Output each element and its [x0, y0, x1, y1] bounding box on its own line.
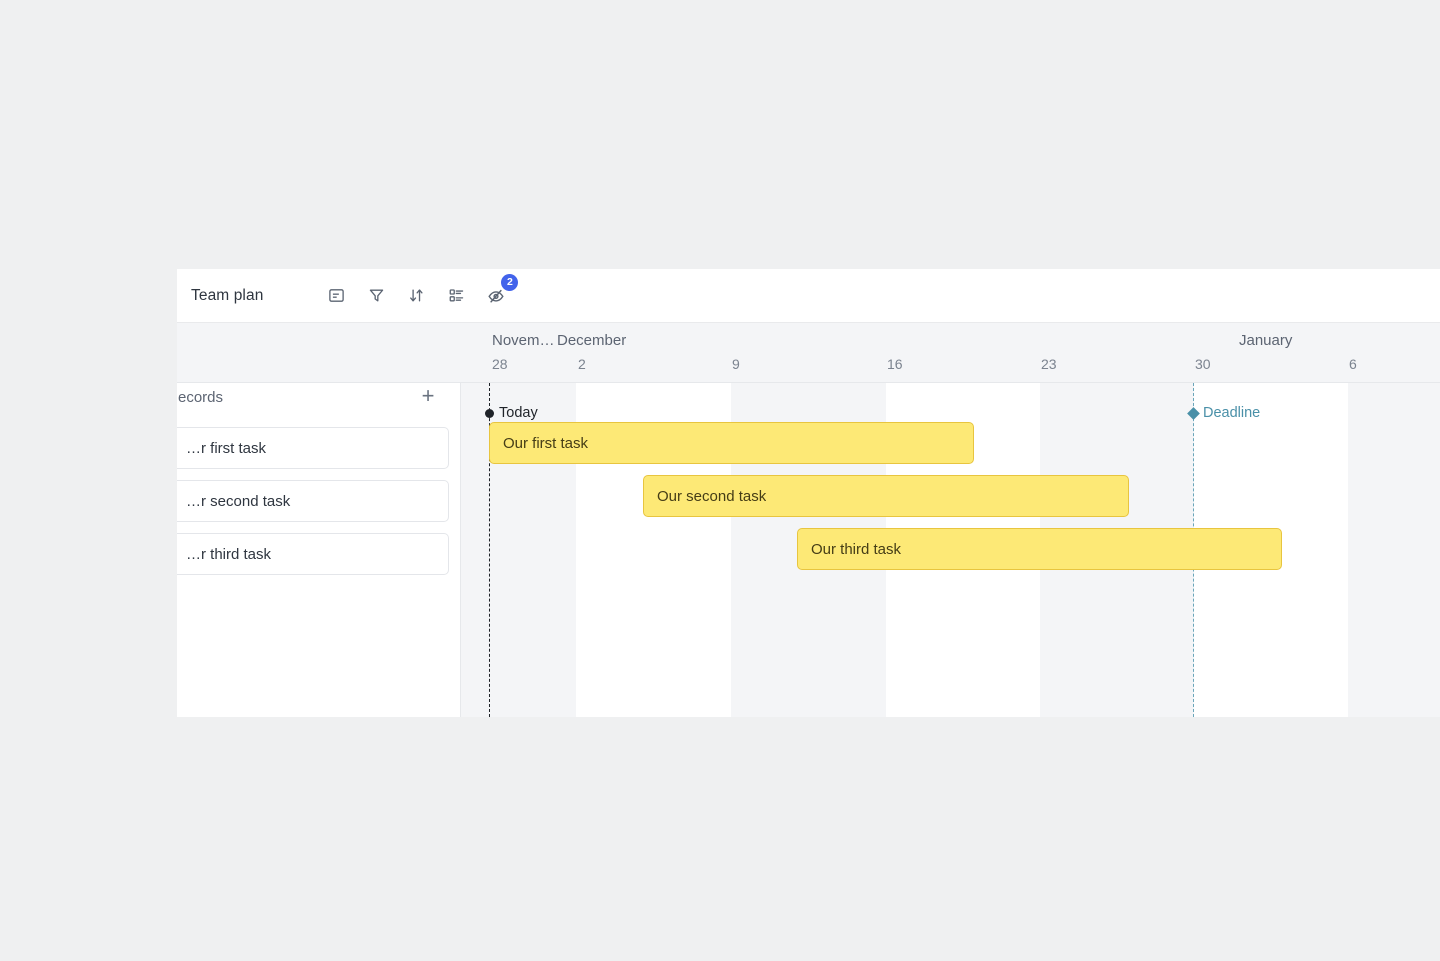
sort-icon[interactable]	[403, 283, 429, 309]
day-tick-label: 2	[578, 356, 586, 372]
day-label-strip: 28 2 9 16 23 30 6	[461, 323, 1440, 382]
timeline-view-card: Team plan 2 Novem… December January 28 2…	[177, 269, 1440, 717]
record-card-label: …r third task	[186, 545, 272, 563]
filter-icon[interactable]	[363, 283, 389, 309]
add-record-button[interactable]: +	[417, 385, 439, 407]
day-tick-label: 28	[492, 356, 508, 372]
task-bar-label: Our first task	[503, 434, 589, 452]
day-tick-label: 30	[1195, 356, 1211, 372]
task-bar-label: Our second task	[657, 487, 767, 505]
hidden-fields-count-badge: 2	[501, 273, 519, 291]
day-tick-label: 9	[732, 356, 740, 372]
row-height-icon[interactable]	[323, 283, 349, 309]
record-card[interactable]: …r second task	[177, 480, 449, 522]
hide-fields-icon[interactable]: 2	[483, 273, 519, 309]
deadline-marker[interactable]: Deadline	[1187, 405, 1261, 421]
today-marker-label: Today	[499, 405, 538, 421]
today-marker[interactable]: Today	[485, 405, 538, 421]
today-dot-icon	[485, 408, 494, 418]
view-toolbar: Team plan 2	[177, 269, 1440, 323]
task-bar[interactable]: Our third task	[797, 528, 1282, 570]
records-panel-header: …ecords +	[177, 383, 460, 416]
task-bar[interactable]: Our first task	[489, 422, 974, 464]
timeline-body: …ecords + …r first task …r second task …r …	[177, 383, 1440, 717]
toolbar-actions: 2	[323, 273, 519, 309]
records-panel: …ecords + …r first task …r second task …r …	[177, 383, 461, 717]
task-bar[interactable]: Our second task	[643, 475, 1129, 517]
deadline-diamond-icon	[1187, 406, 1200, 420]
day-tick-label: 16	[887, 356, 903, 372]
record-card-label: …r second task	[186, 492, 291, 510]
task-bar-label: Our third task	[811, 540, 902, 558]
records-panel-title: …ecords	[177, 389, 224, 406]
day-tick-label: 6	[1349, 356, 1357, 372]
timeline-grid[interactable]: Today Deadline Our first task Our second ta…	[461, 383, 1440, 717]
timeline-week-column	[1348, 383, 1440, 717]
deadline-marker-label: Deadline	[1203, 405, 1261, 421]
group-icon[interactable]	[443, 283, 469, 309]
record-card[interactable]: …r first task	[177, 427, 449, 469]
view-title: Team plan	[191, 286, 264, 304]
day-tick-label: 23	[1041, 356, 1057, 372]
timeline-date-header: Novem… December January 28 2 9 16 23 30 6	[177, 323, 1440, 383]
record-card[interactable]: …r third task	[177, 533, 449, 575]
record-card-label: …r first task	[186, 439, 267, 457]
